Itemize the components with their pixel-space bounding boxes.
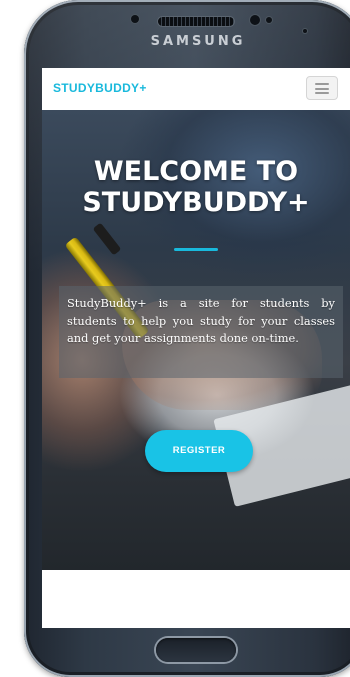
notification-led-icon xyxy=(303,29,307,33)
home-button[interactable] xyxy=(156,638,236,662)
hero-title: WELCOME TO STUDYBUDDY+ xyxy=(82,156,310,218)
hero-description-box: StudyBuddy+ is a site for students by st… xyxy=(59,286,343,378)
hamburger-menu-icon xyxy=(315,83,329,94)
navbar: STUDYBUDDY+ xyxy=(42,68,350,110)
proximity-sensor-icon xyxy=(131,15,139,23)
title-accent-divider xyxy=(174,248,218,251)
site-logo[interactable]: STUDYBUDDY+ xyxy=(53,81,147,95)
front-camera-icon xyxy=(250,15,260,25)
register-button[interactable]: REGISTER xyxy=(145,430,253,472)
hero-description: StudyBuddy+ is a site for students by st… xyxy=(67,296,335,346)
content-below-hero xyxy=(42,570,350,628)
hero-section: WELCOME TO STUDYBUDDY+ StudyBuddy+ is a … xyxy=(42,110,350,570)
light-sensor-icon xyxy=(266,17,272,23)
device-screen: STUDYBUDDY+ WELCOME TO STUDYBUDDY+ Study… xyxy=(42,68,350,628)
menu-toggle-button[interactable] xyxy=(306,76,338,100)
hero-background-pen-tip xyxy=(92,222,122,256)
earpiece-speaker xyxy=(158,17,234,26)
device-brand-label: SAMSUNG xyxy=(150,34,246,49)
